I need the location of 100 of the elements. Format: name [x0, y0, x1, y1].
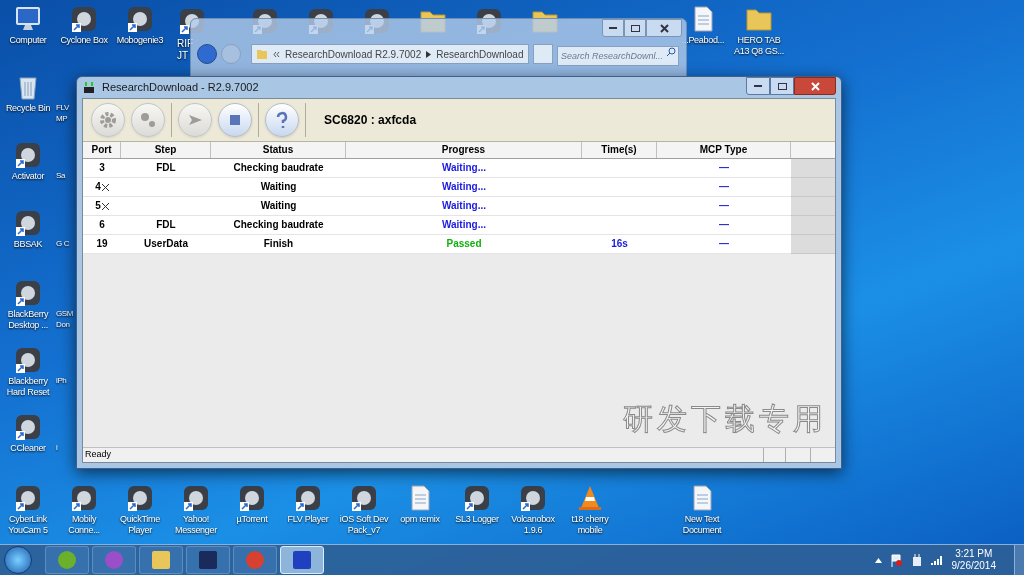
app-icon: [13, 483, 43, 513]
desktop-icon-label[interactable]: µTorrent: [236, 514, 268, 525]
desktop-icon-label[interactable]: Computer: [9, 35, 47, 46]
desktop-icon-label[interactable]: FLV Player: [287, 514, 329, 525]
desktop-icon-label[interactable]: BlackBerry Desktop ...: [0, 309, 56, 331]
column-header[interactable]: Time(s): [582, 142, 657, 158]
desktop-icon-label[interactable]: Recycle Bin: [5, 103, 51, 114]
app-icon: [125, 4, 155, 34]
desktop-icon-label[interactable]: t18 cherry mobile: [562, 514, 618, 536]
breadcrumb[interactable]: ResearchDownload R2.9.7002: [285, 46, 422, 62]
maximize-button[interactable]: [624, 19, 646, 37]
desktop-icon-label[interactable]: Yahoo! Messenger: [168, 514, 224, 536]
torrent-icon: [57, 550, 77, 570]
desktop-icon-label[interactable]: Mobogenie3: [116, 35, 164, 46]
clock-date[interactable]: 9/26/2014: [951, 560, 996, 572]
caret-up-icon[interactable]: [874, 557, 882, 563]
desktop-icon-label[interactable]: iPh: [56, 375, 75, 386]
minimize-icon: [609, 27, 617, 29]
desktop-icon-label[interactable]: ...Peabod...: [681, 35, 725, 46]
app-icon: [518, 483, 548, 513]
close-button[interactable]: [646, 19, 682, 37]
address-bar[interactable]: ResearchDownload R2.9.7002 ResearchDownload: [251, 44, 529, 64]
desktop-icon-label[interactable]: Blackberry Hard Reset: [0, 376, 56, 398]
blank-cell: [791, 235, 835, 254]
desktop-icon-label[interactable]: i: [56, 442, 75, 453]
desktop-icon-label[interactable]: HERO TAB A13 Q8 GS...: [731, 35, 787, 57]
refresh-button[interactable]: [533, 44, 553, 64]
table-cell: —: [657, 216, 791, 235]
desktop-icon-label[interactable]: CCleaner: [10, 443, 46, 454]
table-cell: UserData: [121, 235, 211, 254]
stop-button[interactable]: [218, 103, 252, 137]
desktop-icon-label[interactable]: Activator: [11, 171, 45, 182]
desktop-icon-label[interactable]: RIF JT: [177, 38, 191, 62]
table-cell: Waiting...: [346, 159, 582, 178]
start-button[interactable]: [4, 546, 32, 574]
taskbar-button[interactable]: [186, 546, 230, 574]
port-number: 3: [99, 161, 105, 175]
minimize-button[interactable]: [602, 19, 624, 37]
taskbar-button[interactable]: [139, 546, 183, 574]
app-icon: [181, 483, 211, 513]
port-number: 4: [95, 180, 101, 194]
question-mark-icon: [276, 111, 288, 130]
power-plug-icon[interactable]: [910, 553, 923, 567]
desktop-icon-label[interactable]: SL3 Logger: [455, 514, 499, 525]
maximize-icon: [777, 82, 787, 90]
table-cell: FDL: [121, 159, 211, 178]
desktop-icon-label[interactable]: Mobily Conne...: [56, 514, 112, 536]
help-button[interactable]: [265, 103, 299, 137]
column-header[interactable]: Status: [211, 142, 346, 158]
port-number: 5: [95, 199, 101, 213]
desktop-icon-label[interactable]: QuickTime Player: [112, 514, 168, 536]
desktop-icon-label[interactable]: CyberLink YouCam 5: [0, 514, 56, 536]
desktop-icon-label[interactable]: Sa: [56, 170, 75, 181]
table-cell: —: [657, 197, 791, 216]
desktop-icon-label[interactable]: GSM Don: [56, 308, 75, 330]
app-icon: [69, 4, 99, 34]
table-cell: Waiting: [211, 178, 346, 197]
desktop-icon-label[interactable]: FLV MP: [56, 102, 75, 124]
clock-time[interactable]: 3:21 PM: [955, 548, 993, 560]
desktop-icon-label[interactable]: opm remix: [400, 514, 440, 525]
column-header[interactable]: Port: [83, 142, 121, 158]
table-cell: Waiting: [211, 197, 346, 216]
table-cell: —: [657, 178, 791, 197]
app-icon: [13, 278, 43, 308]
close-button[interactable]: [794, 77, 836, 95]
app-icon: [82, 80, 96, 95]
blank-cell: [791, 159, 835, 178]
app-icon: [462, 483, 492, 513]
desktop-icon-label[interactable]: G C: [56, 238, 75, 249]
signal-icon[interactable]: [930, 554, 944, 566]
stop-icon: [230, 115, 240, 125]
column-header[interactable]: MCP Type: [657, 142, 791, 158]
search-field[interactable]: Search ResearchDownl...: [557, 46, 679, 66]
maximize-button[interactable]: [770, 77, 794, 95]
dragon-icon: [198, 550, 218, 570]
back-button[interactable]: [197, 44, 217, 64]
folder-icon: [151, 550, 171, 570]
flag-icon[interactable]: [889, 553, 903, 567]
desktop-icon-label[interactable]: New Text Document: [674, 514, 730, 536]
desktop-icon-label[interactable]: Cyclone Box: [60, 35, 108, 46]
folder-icon: [256, 48, 268, 60]
gear-icon: [100, 112, 116, 128]
background-caption: 研发下载专用: [623, 400, 827, 438]
double-chevron-icon: [273, 50, 280, 58]
column-header[interactable]: Step: [121, 142, 211, 158]
blank-cell: [791, 178, 835, 197]
table-cell: Checking baudrate: [211, 216, 346, 235]
minimize-icon: [754, 85, 762, 87]
column-header[interactable]: Progress: [346, 142, 582, 158]
table-cell: Passed: [346, 235, 582, 254]
desktop-icon-label[interactable]: iOS Soft Dev Pack_v7: [336, 514, 392, 536]
maximize-icon: [630, 24, 640, 32]
desktop-icon-label[interactable]: BBSAK: [13, 239, 43, 250]
minimize-button[interactable]: [746, 77, 770, 95]
desktop-icon-label[interactable]: Volcanobox 1.9.6: [505, 514, 561, 536]
messenger-icon: [104, 550, 124, 570]
app-icon: [13, 208, 43, 238]
play-icon: [189, 115, 202, 125]
breadcrumb[interactable]: ResearchDownload: [436, 46, 524, 62]
table-cell: 16s: [582, 235, 657, 254]
